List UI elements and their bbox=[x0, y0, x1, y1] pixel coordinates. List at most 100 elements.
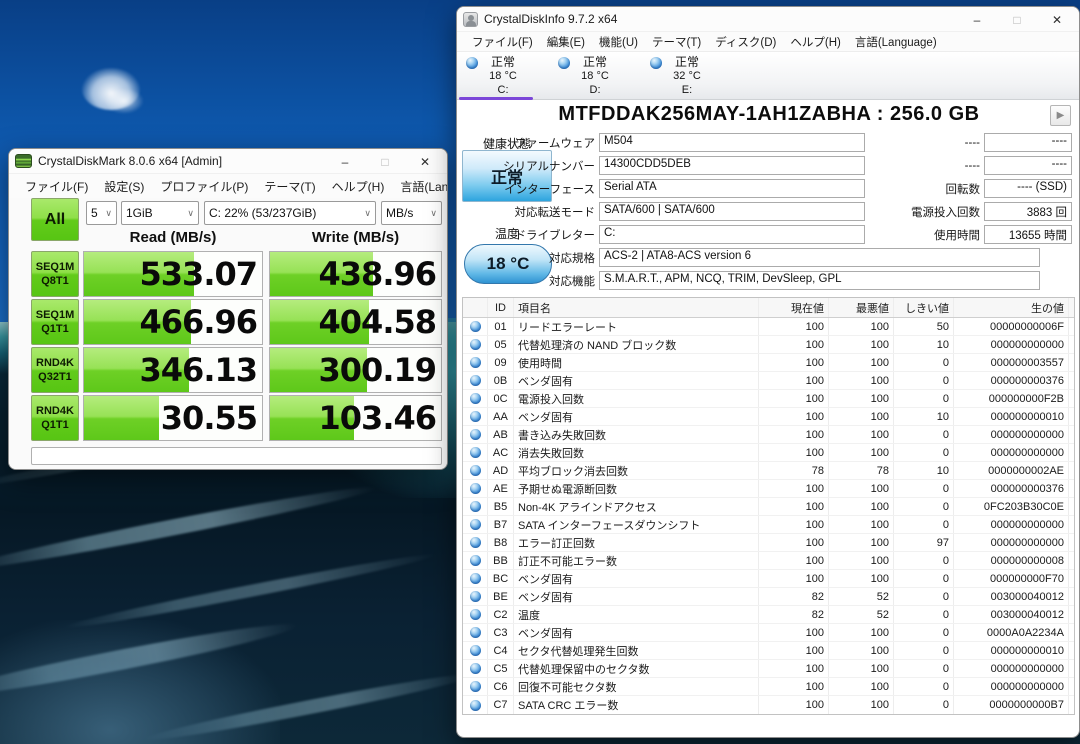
status-orb-icon bbox=[470, 411, 481, 422]
test-queue-thread: Q1T1 bbox=[41, 322, 69, 336]
test-label-button[interactable]: RND4KQ32T1 bbox=[31, 347, 79, 393]
smart-id: BB bbox=[487, 552, 513, 569]
smart-id: AE bbox=[487, 480, 513, 497]
smart-worst-value: 100 bbox=[828, 696, 893, 714]
smart-row-spacer bbox=[1068, 516, 1077, 533]
smart-current-value: 100 bbox=[758, 624, 828, 641]
smart-header-cell: 最悪値 bbox=[828, 298, 893, 317]
cdi-menu-item[interactable]: ディスク(D) bbox=[708, 32, 783, 52]
test-label-button[interactable]: RND4KQ1T1 bbox=[31, 395, 79, 441]
smart-row: C6回復不可能セクタ数1001000000000000000 bbox=[463, 678, 1074, 696]
cdm-menu-item[interactable]: 言語(Language) bbox=[392, 176, 448, 197]
field-label: 回転数 bbox=[787, 181, 984, 197]
smart-id: C2 bbox=[487, 606, 513, 623]
close-button[interactable]: ✕ bbox=[1037, 7, 1077, 32]
status-orb-icon bbox=[470, 681, 481, 692]
close-button[interactable]: ✕ bbox=[405, 149, 445, 174]
smart-raw-value: 003000040012 bbox=[953, 588, 1068, 605]
loops-select[interactable]: 5∨ bbox=[86, 201, 117, 225]
selected-value: MB/s bbox=[386, 206, 428, 220]
cdi-menu-item[interactable]: 編集(E) bbox=[540, 32, 592, 52]
smart-raw-value: 00000000006F bbox=[953, 318, 1068, 335]
smart-threshold: 10 bbox=[893, 336, 953, 353]
smart-current-value: 100 bbox=[758, 408, 828, 425]
cdm-rows: SEQ1MQ8T1533.07438.96SEQ1MQ1T1466.96404.… bbox=[31, 251, 442, 443]
drive-select[interactable]: C: 22% (53/237GiB)∨ bbox=[204, 201, 376, 225]
status-bar bbox=[31, 447, 442, 465]
size-select[interactable]: 1GiB∨ bbox=[121, 201, 199, 225]
drive-letter-text: E: bbox=[641, 83, 733, 97]
smart-current-value: 100 bbox=[758, 390, 828, 407]
maximize-button[interactable]: □ bbox=[365, 149, 405, 174]
benchmark-row: RND4KQ32T1346.13300.19 bbox=[31, 347, 442, 393]
status-orb-icon bbox=[470, 447, 481, 458]
test-name: SEQ1M bbox=[36, 308, 75, 322]
smart-raw-value: 000000000000 bbox=[953, 336, 1068, 353]
smart-raw-value: 000000000376 bbox=[953, 480, 1068, 497]
smart-header-cell: ID bbox=[487, 298, 513, 317]
smart-current-value: 100 bbox=[758, 318, 828, 335]
cdm-menu-item[interactable]: テーマ(T) bbox=[256, 176, 323, 197]
cdi-menu-item[interactable]: ヘルプ(H) bbox=[783, 32, 847, 52]
test-label-button[interactable]: SEQ1MQ1T1 bbox=[31, 299, 79, 345]
smart-current-value: 100 bbox=[758, 552, 828, 569]
smart-row: AE予期せぬ電源断回数1001000000000000376 bbox=[463, 480, 1074, 498]
smart-orb-cell bbox=[463, 516, 487, 533]
minimize-button[interactable]: – bbox=[325, 149, 365, 174]
smart-row: 01リードエラーレート1001005000000000006F bbox=[463, 318, 1074, 336]
smart-header-cell: 生の値 bbox=[953, 298, 1068, 317]
test-queue-thread: Q8T1 bbox=[41, 274, 69, 288]
info-field: 対応機能S.M.A.R.T., APM, NCQ, TRIM, DevSleep… bbox=[457, 271, 1073, 290]
smart-threshold: 0 bbox=[893, 642, 953, 659]
cdi-menu-item[interactable]: ファイル(F) bbox=[465, 32, 540, 52]
cdi-menu-item[interactable]: 言語(Language) bbox=[848, 32, 944, 52]
cdm-menu-item[interactable]: プロファイル(P) bbox=[152, 176, 256, 197]
cdi-menu-item[interactable]: 機能(U) bbox=[592, 32, 645, 52]
smart-row: 09使用時間1001000000000003557 bbox=[463, 354, 1074, 372]
benchmark-row: RND4KQ1T130.55103.46 bbox=[31, 395, 442, 441]
smart-row-spacer bbox=[1068, 318, 1077, 335]
smart-threshold: 0 bbox=[893, 660, 953, 677]
cdi-menu-item[interactable]: テーマ(T) bbox=[645, 32, 708, 52]
status-orb-icon bbox=[470, 609, 481, 620]
test-label-button[interactable]: SEQ1MQ8T1 bbox=[31, 251, 79, 297]
smart-id: B7 bbox=[487, 516, 513, 533]
desktop: CrystalDiskMark 8.0.6 x64 [Admin] – □ ✕ … bbox=[0, 0, 1080, 744]
smart-row-spacer bbox=[1068, 570, 1077, 587]
smart-threshold: 0 bbox=[893, 570, 953, 587]
smart-attribute-name: 代替処理済の NAND ブロック数 bbox=[513, 336, 758, 353]
unit-select[interactable]: MB/s∨ bbox=[381, 201, 442, 225]
smart-worst-value: 100 bbox=[828, 570, 893, 587]
smart-orb-cell bbox=[463, 372, 487, 389]
smart-row: C5代替処理保留中のセクタ数1001000000000000000 bbox=[463, 660, 1074, 678]
cdm-menu-item[interactable]: ヘルプ(H) bbox=[324, 176, 393, 197]
smart-row: B7SATA インターフェースダウンシフト1001000000000000000 bbox=[463, 516, 1074, 534]
health-status-orb-icon bbox=[650, 57, 662, 69]
smart-id: B5 bbox=[487, 498, 513, 515]
smart-raw-value: 0000A0A2234A bbox=[953, 624, 1068, 641]
smart-id: B8 bbox=[487, 534, 513, 551]
smart-worst-value: 100 bbox=[828, 516, 893, 533]
smart-raw-value: 000000000010 bbox=[953, 408, 1068, 425]
health-status-orb-icon bbox=[466, 57, 478, 69]
status-orb-icon bbox=[470, 573, 481, 584]
cdm-menu-item[interactable]: ファイル(F) bbox=[17, 176, 96, 197]
smart-raw-value: 0000000002AE bbox=[953, 462, 1068, 479]
read-value: 533.07 bbox=[140, 255, 257, 293]
smart-id: C4 bbox=[487, 642, 513, 659]
smart-worst-value: 100 bbox=[828, 642, 893, 659]
drive-tab-C[interactable]: 正常18 °CC: bbox=[457, 52, 549, 100]
smart-id: C6 bbox=[487, 678, 513, 695]
smart-row: 05代替処理済の NAND ブロック数10010010000000000000 bbox=[463, 336, 1074, 354]
smart-worst-value: 100 bbox=[828, 408, 893, 425]
field-label: ドライブレター bbox=[457, 227, 599, 243]
next-drive-button[interactable]: ▶ bbox=[1050, 105, 1071, 126]
minimize-button[interactable]: – bbox=[957, 7, 997, 32]
cdi-app-icon bbox=[463, 12, 478, 27]
smart-threshold: 0 bbox=[893, 444, 953, 461]
maximize-button[interactable]: □ bbox=[997, 7, 1037, 32]
drive-letter-text: D: bbox=[549, 83, 641, 97]
drive-tab-D[interactable]: 正常18 °CD: bbox=[549, 52, 641, 100]
cdm-menu-item[interactable]: 設定(S) bbox=[96, 176, 152, 197]
drive-tab-E[interactable]: 正常32 °CE: bbox=[641, 52, 733, 100]
